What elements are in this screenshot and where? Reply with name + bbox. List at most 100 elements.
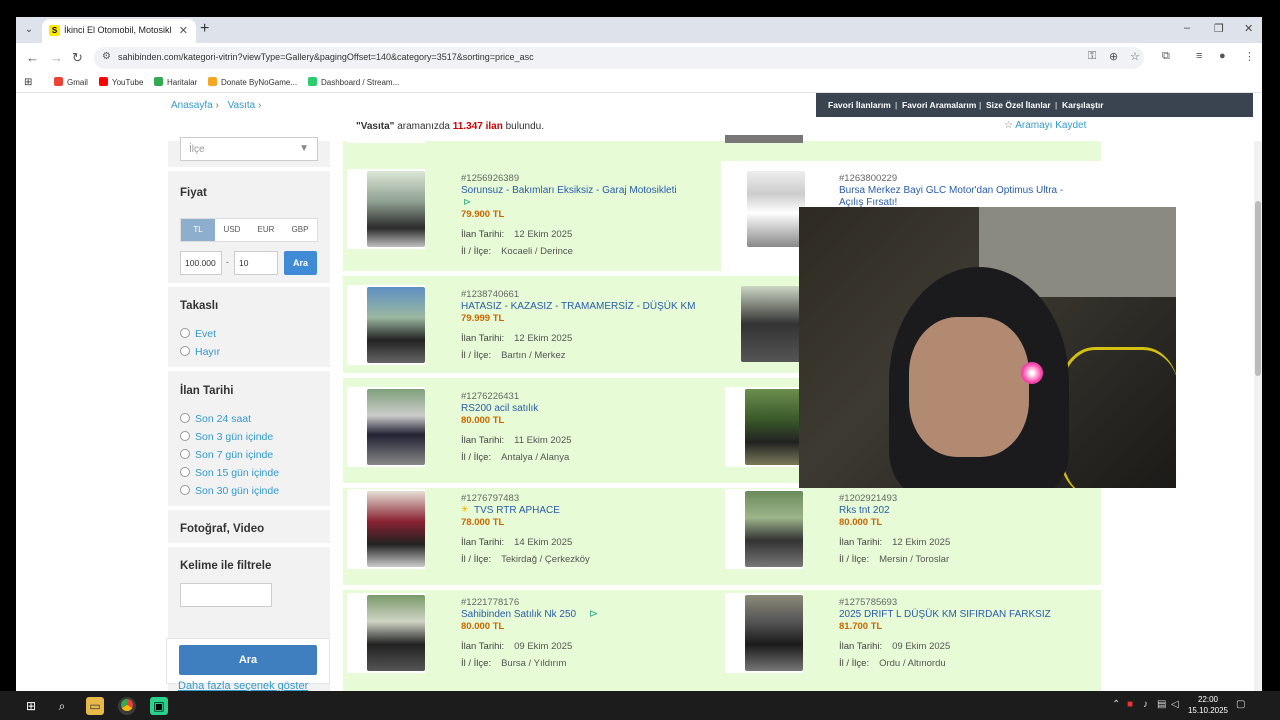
listing-title[interactable]: Bursa Merkez Bayi GLC Motor'dan Optimus …	[839, 185, 1063, 196]
back-icon[interactable]: ←	[26, 50, 39, 65]
price-search-button[interactable]: Ara	[284, 251, 317, 275]
tab-bar: ⌄ S İkinci El Otomobil, Motosiklet ✕ + –…	[16, 17, 1262, 43]
url-input[interactable]: ⚙ sahibinden.com/kategori-vitrin?viewTyp…	[94, 47, 1144, 69]
nav-karsilastir[interactable]: Karşılaştır	[1062, 100, 1104, 110]
search-button[interactable]: Ara	[179, 645, 317, 675]
listing-title[interactable]: 2025 DRIFT L DÜŞÜK KM SIFIRDAN FARKSIZ	[839, 609, 1051, 620]
listing-photo[interactable]	[367, 491, 425, 567]
listing-card[interactable]: #1276797483 ✳ TVS RTR APHACE 78.000 TL İ…	[343, 481, 721, 585]
price-min-input[interactable]: 100.000	[180, 251, 222, 275]
listing-photo[interactable]	[745, 491, 803, 567]
listing-card[interactable]: #1221778176 Sahibinden Satılık Nk 250 ⊳ …	[343, 585, 721, 689]
foto-video-heading[interactable]: Fotoğraf, Video	[180, 523, 264, 535]
nav-size-ozel-ilanlar[interactable]: Size Özel İlanlar	[986, 100, 1051, 110]
breadcrumb-home[interactable]: Anasayfa	[171, 100, 213, 111]
radio-son-30-gun[interactable]: Son 30 gün içinde	[180, 485, 279, 497]
notification-icon[interactable]: ▢	[1236, 699, 1245, 710]
close-tab-icon[interactable]: ✕	[179, 24, 188, 37]
listing-price: 80.000 TL	[461, 415, 505, 426]
search-icon[interactable]: ⌕	[53, 697, 71, 715]
nav-favori-ilanlarim[interactable]: Favori İlanlarım	[828, 100, 891, 110]
chrome-icon[interactable]	[118, 697, 136, 715]
listing-card[interactable]: #1202921493 Rks tnt 202 80.000 TL İlan T…	[721, 481, 1101, 585]
bookmark-haritalar[interactable]: Haritalar	[154, 77, 197, 87]
listing-title[interactable]: RS200 acil satılık	[461, 403, 538, 414]
price-separator: -	[226, 257, 229, 267]
network-icon[interactable]: ▤	[1157, 699, 1166, 710]
tray-app-icon[interactable]: ■	[1127, 699, 1133, 710]
bookmark-youtube[interactable]: YouTube	[99, 77, 143, 87]
listing-image[interactable]	[347, 135, 425, 143]
ilce-select[interactable]: İlçe ▼	[180, 137, 318, 161]
highlight-icon: ✳	[461, 504, 469, 514]
tab-search-icon[interactable]: ⌄	[20, 22, 38, 38]
bookmark-gmail[interactable]: Gmail	[54, 77, 88, 87]
currency-gbp[interactable]: GBP	[283, 219, 317, 241]
close-window-icon[interactable]: ✕	[1244, 22, 1253, 35]
listing-photo[interactable]	[367, 171, 425, 247]
nav-separator: |	[895, 100, 898, 110]
more-options-link[interactable]: Daha fazla seçenek göster	[178, 680, 308, 691]
maximize-icon[interactable]: ❐	[1214, 22, 1224, 35]
extensions-icon[interactable]: ⧉	[1162, 50, 1170, 63]
chevron-down-icon: ▼	[299, 143, 309, 154]
media-icon[interactable]: ≡	[1196, 50, 1202, 62]
volume-icon[interactable]: ◁	[1171, 699, 1179, 710]
system-clock[interactable]: 22:00 15.10.2025	[1188, 694, 1228, 716]
listing-card[interactable]: #1256926389 Sorunsuz - Bakımları Eksiksi…	[343, 161, 721, 265]
profile-avatar-icon[interactable]: ●	[1219, 50, 1226, 62]
save-search-link[interactable]: ☆ Aramayı Kaydet	[1004, 120, 1086, 131]
site-info-icon[interactable]: ⚙	[102, 51, 111, 62]
listing-photo[interactable]	[367, 595, 425, 671]
radio-son-24-saat[interactable]: Son 24 saat	[180, 413, 251, 425]
tab-active[interactable]: S İkinci El Otomobil, Motosiklet ✕	[42, 19, 196, 43]
listing-location: İl / İlçe: Bursa / Yıldırım	[461, 658, 567, 669]
reload-icon[interactable]: ↻	[72, 50, 83, 66]
listing-photo[interactable]	[367, 389, 425, 465]
currency-tl[interactable]: TL	[181, 219, 215, 241]
windows-start-icon[interactable]: ⊞	[22, 697, 40, 715]
bookmark-star-icon[interactable]: ☆	[1130, 50, 1140, 63]
radio-son-15-gun[interactable]: Son 15 gün içinde	[180, 467, 279, 479]
mic-icon[interactable]: ♪	[1143, 699, 1148, 710]
listing-card[interactable]: #1275785693 2025 DRIFT L DÜŞÜK KM SIFIRD…	[721, 585, 1101, 689]
listing-title[interactable]: Sahibinden Satılık Nk 250	[461, 609, 576, 620]
listing-title[interactable]: HATASIZ - KAZASIZ - TRAMAMERSİZ - DÜŞÜK …	[461, 301, 695, 312]
minimize-icon[interactable]: –	[1184, 22, 1190, 34]
currency-usd[interactable]: USD	[215, 219, 249, 241]
listing-title[interactable]: Rks tnt 202	[839, 505, 890, 516]
listing-id: #1202921493	[839, 493, 898, 504]
listing-title[interactable]: TVS RTR APHACE	[474, 505, 560, 516]
radio-son-7-gun[interactable]: Son 7 gün içinde	[180, 449, 273, 461]
menu-icon[interactable]: ⋮	[1244, 50, 1255, 63]
nav-favori-aramalarim[interactable]: Favori Aramalarım	[902, 100, 976, 110]
zoom-icon[interactable]: ⊕	[1109, 50, 1118, 63]
new-tab-icon[interactable]: +	[200, 20, 209, 38]
file-explorer-icon[interactable]: ▭	[86, 697, 104, 715]
bookmark-donate[interactable]: Donate ByNoGame...	[208, 77, 297, 87]
listing-photo[interactable]	[747, 171, 805, 247]
radio-hayir[interactable]: Hayır	[180, 346, 220, 358]
password-key-icon[interactable]: ⚿	[1088, 50, 1096, 63]
breadcrumb-vasita[interactable]: Vasıta	[228, 100, 256, 111]
price-max-input[interactable]: 10	[234, 251, 278, 275]
keyword-input[interactable]	[180, 583, 272, 607]
scrollbar-thumb[interactable]	[1255, 201, 1261, 376]
app-icon[interactable]: ▣	[150, 697, 168, 715]
listing-image[interactable]	[725, 135, 803, 143]
radio-son-3-gun[interactable]: Son 3 gün içinde	[180, 431, 273, 443]
listing-card[interactable]: #1238740661 HATASIZ - KAZASIZ - TRAMAMER…	[343, 277, 721, 381]
tray-chevron-icon[interactable]: ⌃	[1112, 699, 1120, 710]
forward-icon[interactable]: →	[50, 50, 63, 65]
apps-grid-icon[interactable]: ⊞	[24, 77, 32, 88]
listing-photo[interactable]	[745, 389, 803, 465]
listing-date: İlan Tarihi: 12 Ekim 2025	[461, 229, 573, 240]
listing-photo[interactable]	[367, 287, 425, 363]
currency-eur[interactable]: EUR	[249, 219, 283, 241]
scrollbar-track[interactable]	[1254, 141, 1262, 691]
listing-card[interactable]: #1276226431 RS200 acil satılık 80.000 TL…	[343, 379, 721, 483]
listing-title[interactable]: Sorunsuz - Bakımları Eksiksiz - Garaj Mo…	[461, 185, 677, 196]
radio-evet[interactable]: Evet	[180, 328, 216, 340]
listing-photo[interactable]	[745, 595, 803, 671]
bookmark-dashboard[interactable]: Dashboard / Stream...	[308, 77, 399, 87]
